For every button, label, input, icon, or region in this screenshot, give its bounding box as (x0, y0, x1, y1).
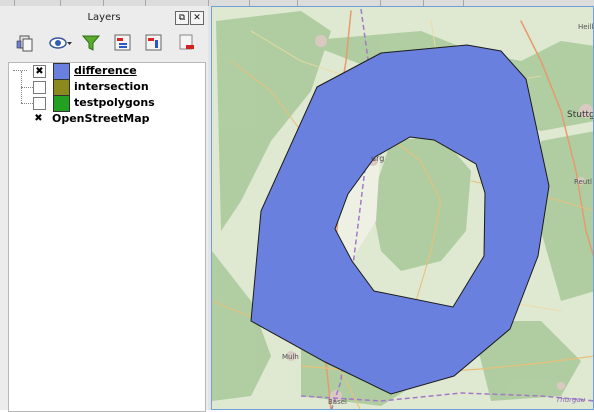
layer-visibility-checkbox[interactable] (33, 97, 46, 110)
layer-label: difference (74, 64, 137, 77)
manage-map-themes-icon[interactable] (48, 32, 72, 54)
layers-panel: Layers ⧉ ✕ ✖ difference intersection tes… (0, 6, 208, 412)
layers-toolbar (12, 32, 202, 56)
layer-tree: ✖ difference intersection testpolygons ✖… (8, 62, 206, 412)
layer-row-openstreetmap[interactable]: ✖ OpenStreetMap (9, 111, 205, 127)
layer-row-difference[interactable]: ✖ difference (9, 63, 205, 80)
map-label-strasbourg: urg (371, 154, 384, 163)
layer-label: OpenStreetMap (52, 112, 150, 125)
layer-color-swatch (53, 95, 70, 112)
expand-all-icon[interactable] (112, 32, 134, 54)
map-label-basel: Basel (328, 398, 347, 406)
collapse-all-icon[interactable] (143, 32, 165, 54)
filter-legend-icon[interactable] (80, 32, 102, 54)
layer-visibility-checkbox[interactable]: ✖ (33, 65, 46, 78)
layer-color-swatch (53, 79, 70, 96)
layer-label: intersection (74, 80, 149, 93)
layer-visibility-checkbox[interactable]: ✖ (33, 113, 44, 124)
close-panel-button[interactable]: ✕ (190, 11, 204, 25)
float-panel-button[interactable]: ⧉ (175, 11, 189, 25)
layer-row-testpolygons[interactable]: testpolygons (9, 95, 205, 112)
map-label-heilbronn: Heilbr (578, 23, 594, 31)
map-label-stuttgart: Stuttg (567, 110, 594, 120)
remove-layer-icon[interactable] (176, 32, 198, 54)
map-canvas[interactable]: Heilbr Stuttg Reutl urg Mulh Basel Thurg… (211, 6, 594, 410)
layer-color-swatch (53, 63, 70, 80)
open-layer-styling-icon[interactable] (14, 32, 36, 54)
layer-label: testpolygons (74, 96, 155, 109)
map-label-mulhouse: Mulh (282, 353, 299, 361)
map-label-thurgau: Thurgau (556, 396, 586, 404)
layer-row-intersection[interactable]: intersection (9, 79, 205, 96)
map-label-reutlingen: Reutl (574, 178, 592, 186)
layer-visibility-checkbox[interactable] (33, 81, 46, 94)
